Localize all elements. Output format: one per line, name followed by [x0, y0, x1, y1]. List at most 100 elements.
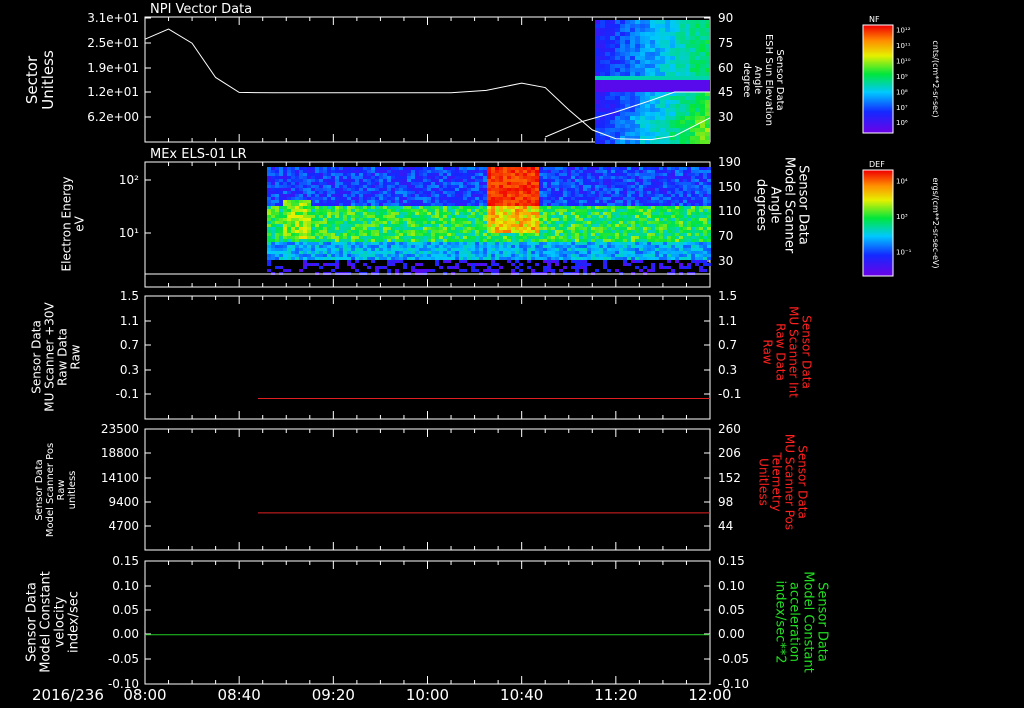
spectrogram-cell	[483, 230, 487, 233]
spectrogram-cell	[351, 224, 355, 227]
spectrogram-cell	[631, 170, 635, 173]
spectrogram-cell	[635, 112, 640, 116]
spectrogram-cell	[663, 167, 667, 170]
spectrogram-cell	[483, 182, 487, 185]
spectrogram-cell	[283, 188, 287, 191]
spectrogram-cell	[451, 230, 455, 233]
spectrogram-cell	[487, 173, 491, 176]
spectrogram-cell	[680, 120, 685, 124]
spectrogram-cell	[515, 221, 519, 224]
spectrogram-cell	[619, 206, 623, 209]
spectrogram-cell	[587, 170, 591, 173]
spectrogram-cell	[287, 239, 291, 242]
spectrogram-cell	[503, 185, 507, 188]
spectrogram-cell	[479, 224, 483, 227]
spectrogram-cell	[665, 20, 670, 24]
spectrogram-cell	[447, 221, 451, 224]
spectrogram-cell	[459, 239, 463, 242]
spectrogram-cell	[427, 200, 431, 203]
spectrogram-cell	[351, 176, 355, 179]
spectrogram-cell	[403, 191, 407, 194]
spectrogram-cell	[343, 191, 347, 194]
spectrogram-cell	[703, 206, 707, 209]
spectrogram-cell	[411, 230, 415, 233]
spectrogram-cell	[327, 233, 331, 236]
colorbar-cell	[863, 202, 893, 203]
spectrogram-cell	[587, 221, 591, 224]
spectrogram-cell	[691, 167, 695, 170]
spectrogram-cell	[523, 215, 527, 218]
spectrogram-cell	[367, 203, 371, 206]
spectrogram-cell	[287, 224, 291, 227]
spectrogram-cell	[371, 236, 375, 239]
spectrogram-cell	[687, 170, 691, 173]
spectrogram-cell	[503, 212, 507, 215]
spectrogram-cell	[335, 179, 339, 182]
spectrogram-cell	[299, 182, 303, 185]
spectrogram-cell	[355, 233, 359, 236]
spectrogram-cell	[391, 185, 395, 188]
spectrogram-cell	[640, 84, 645, 88]
spectrogram-cell	[267, 251, 271, 254]
spectrogram-cell	[339, 254, 343, 257]
spectrogram-cell	[319, 230, 323, 233]
spectrogram-cell	[671, 167, 675, 170]
spectrogram-cell	[435, 182, 439, 185]
spectrogram-cell	[567, 179, 571, 182]
colorbar-cell	[863, 70, 893, 71]
spectrogram-cell	[695, 136, 700, 140]
spectrogram-cell	[307, 173, 311, 176]
spectrogram-cell	[645, 88, 650, 92]
spectrogram-cell	[620, 60, 625, 64]
spectrogram-cell	[683, 206, 687, 209]
spectrogram-cell	[399, 209, 403, 212]
spectrogram-cell	[535, 248, 539, 251]
spectrogram-cell	[665, 52, 670, 56]
spectrogram-cell	[555, 167, 559, 170]
spectrogram-cell	[411, 179, 415, 182]
spectrogram-cell	[707, 170, 711, 173]
spectrogram-cell	[359, 248, 363, 251]
spectrogram-cell	[471, 266, 475, 269]
spectrogram-cell	[279, 242, 283, 245]
spectrogram-cell	[650, 140, 655, 144]
spectrogram-cell	[299, 200, 303, 203]
spectrogram-cell	[587, 200, 591, 203]
spectrogram-cell	[675, 221, 679, 224]
spectrogram-cell	[531, 254, 535, 257]
spectrogram-cell	[651, 251, 655, 254]
spectrogram-cell	[679, 230, 683, 233]
spectrogram-cell	[343, 212, 347, 215]
spectrogram-cell	[619, 188, 623, 191]
spectrogram-cell	[423, 197, 427, 200]
spectrogram-cell	[627, 251, 631, 254]
left-axis-title-5: Sensor Data Model Constantvelocity index/s…	[24, 571, 81, 673]
spectrogram-cell	[443, 242, 447, 245]
spectrogram-cell	[315, 176, 319, 179]
spectrogram-cell	[315, 218, 319, 221]
spectrogram-cell	[595, 191, 599, 194]
colorbar-cell	[863, 53, 893, 54]
spectrogram-cell	[391, 191, 395, 194]
spectrogram-cell	[327, 206, 331, 209]
spectrogram-cell	[531, 194, 535, 197]
spectrogram-cell	[675, 209, 679, 212]
spectrogram-cell	[579, 230, 583, 233]
spectrogram-cell	[311, 203, 315, 206]
spectrogram-cell	[343, 182, 347, 185]
spectrogram-cell	[603, 260, 607, 263]
spectrogram-cell	[375, 194, 379, 197]
spectrogram-cell	[455, 170, 459, 173]
spectrogram-cell	[331, 206, 335, 209]
spectrogram-cell	[511, 263, 515, 266]
spectrogram-cell	[575, 176, 579, 179]
spectrogram-cell	[467, 254, 471, 257]
spectrogram-cell	[691, 257, 695, 260]
spectrogram-cell	[640, 88, 645, 92]
spectrogram-cell	[303, 248, 307, 251]
spectrogram-cell	[467, 239, 471, 242]
spectrogram-cell	[591, 248, 595, 251]
spectrogram-cell	[339, 239, 343, 242]
colorbar-cell	[863, 108, 893, 109]
spectrogram-cell	[339, 212, 343, 215]
